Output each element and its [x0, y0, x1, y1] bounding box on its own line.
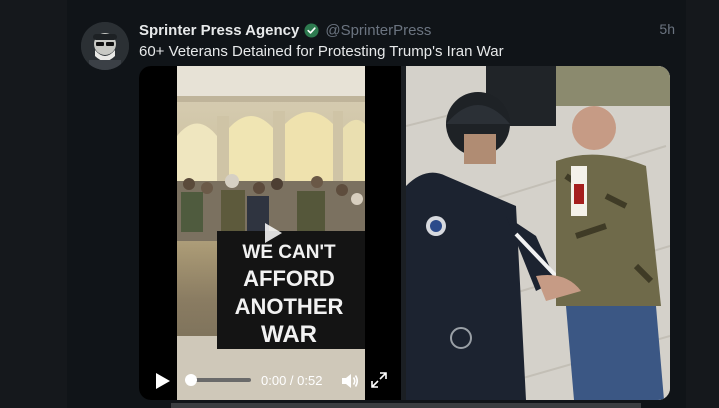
photo-arrest[interactable] — [406, 66, 670, 400]
verified-badge-icon — [304, 22, 319, 38]
seek-handle[interactable] — [185, 374, 197, 386]
video-player[interactable]: WE CAN'T AFFORD ANOTHER WAR 0:00 / 0:52 — [139, 66, 401, 400]
video-controls: 0:00 / 0:52 — [139, 366, 401, 400]
author-name[interactable]: Sprinter Press Agency — [139, 22, 299, 39]
post[interactable]: Sprinter Press Agency @SprinterPress 5h … — [67, 0, 686, 408]
play-overlay-icon[interactable] — [263, 222, 283, 244]
banner-line-3: ANOTHER — [235, 294, 344, 319]
post-header: Sprinter Press Agency @SprinterPress 5h — [139, 20, 675, 40]
next-post-strip — [171, 403, 641, 408]
post-timestamp[interactable]: 5h — [659, 21, 675, 37]
fullscreen-icon[interactable] — [371, 372, 387, 388]
author-handle[interactable]: @SprinterPress — [325, 22, 431, 39]
avatar[interactable] — [81, 22, 129, 70]
banner-line-2: AFFORD — [243, 266, 335, 291]
banner-line-4: WAR — [261, 321, 317, 348]
volume-icon[interactable] — [341, 372, 359, 390]
play-icon[interactable] — [155, 372, 171, 390]
time-readout: 0:00 / 0:52 — [261, 373, 323, 388]
media-grid: WE CAN'T AFFORD ANOTHER WAR 0:00 / 0:52 — [139, 66, 670, 400]
post-text: 60+ Veterans Detained for Protesting Tru… — [139, 43, 504, 60]
feed-panel: Sprinter Press Agency @SprinterPress 5h … — [67, 0, 686, 408]
banner-line-1: WE CAN'T — [242, 242, 336, 263]
